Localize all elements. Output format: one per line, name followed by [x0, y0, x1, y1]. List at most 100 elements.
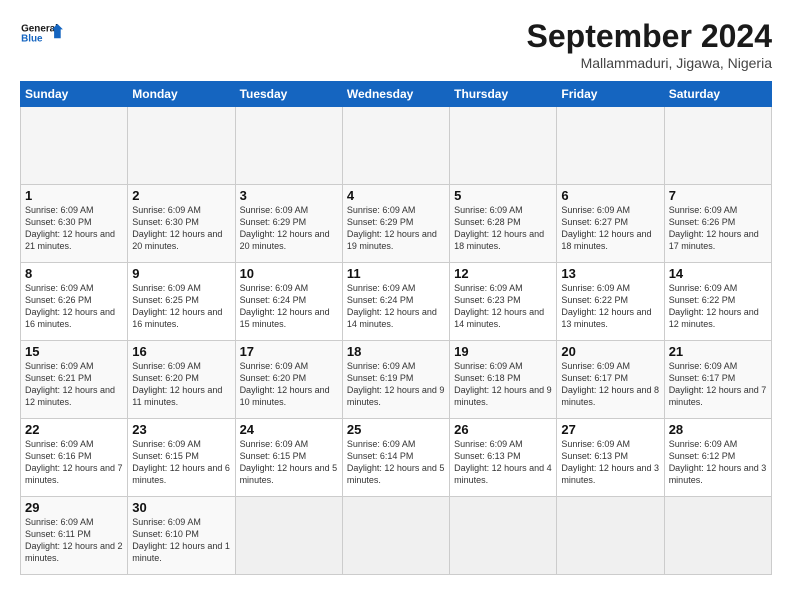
col-saturday: Saturday — [664, 82, 771, 107]
table-row: 6 Sunrise: 6:09 AMSunset: 6:27 PMDayligh… — [557, 185, 664, 263]
svg-text:Blue: Blue — [21, 34, 43, 45]
col-monday: Monday — [128, 82, 235, 107]
day-number: 27 — [561, 422, 659, 437]
table-row: 9 Sunrise: 6:09 AMSunset: 6:25 PMDayligh… — [128, 263, 235, 341]
table-row — [128, 107, 235, 185]
day-number: 17 — [240, 344, 338, 359]
col-friday: Friday — [557, 82, 664, 107]
table-row — [342, 497, 449, 575]
day-info: Sunrise: 6:09 AMSunset: 6:25 PMDaylight:… — [132, 283, 222, 329]
day-number: 18 — [347, 344, 445, 359]
title-block: September 2024 Mallammaduri, Jigawa, Nig… — [527, 18, 772, 71]
day-info: Sunrise: 6:09 AMSunset: 6:10 PMDaylight:… — [132, 517, 230, 563]
logo: General Blue — [20, 18, 64, 54]
day-number: 7 — [669, 188, 767, 203]
week-row: 15 Sunrise: 6:09 AMSunset: 6:21 PMDaylig… — [21, 341, 772, 419]
table-row: 21 Sunrise: 6:09 AMSunset: 6:17 PMDaylig… — [664, 341, 771, 419]
week-row: 8 Sunrise: 6:09 AMSunset: 6:26 PMDayligh… — [21, 263, 772, 341]
day-number: 8 — [25, 266, 123, 281]
calendar-table: Sunday Monday Tuesday Wednesday Thursday… — [20, 81, 772, 575]
logo-svg: General Blue — [20, 18, 64, 54]
day-number: 16 — [132, 344, 230, 359]
day-info: Sunrise: 6:09 AMSunset: 6:26 PMDaylight:… — [25, 283, 115, 329]
table-row — [235, 497, 342, 575]
day-info: Sunrise: 6:09 AMSunset: 6:29 PMDaylight:… — [240, 205, 330, 251]
table-row: 23 Sunrise: 6:09 AMSunset: 6:15 PMDaylig… — [128, 419, 235, 497]
day-info: Sunrise: 6:09 AMSunset: 6:28 PMDaylight:… — [454, 205, 544, 251]
day-number: 13 — [561, 266, 659, 281]
day-number: 4 — [347, 188, 445, 203]
header-row: Sunday Monday Tuesday Wednesday Thursday… — [21, 82, 772, 107]
day-number: 23 — [132, 422, 230, 437]
day-number: 9 — [132, 266, 230, 281]
day-info: Sunrise: 6:09 AMSunset: 6:30 PMDaylight:… — [25, 205, 115, 251]
table-row: 29 Sunrise: 6:09 AMSunset: 6:11 PMDaylig… — [21, 497, 128, 575]
table-row: 20 Sunrise: 6:09 AMSunset: 6:17 PMDaylig… — [557, 341, 664, 419]
day-number: 25 — [347, 422, 445, 437]
day-info: Sunrise: 6:09 AMSunset: 6:17 PMDaylight:… — [561, 361, 659, 407]
day-info: Sunrise: 6:09 AMSunset: 6:20 PMDaylight:… — [240, 361, 330, 407]
table-row: 1 Sunrise: 6:09 AMSunset: 6:30 PMDayligh… — [21, 185, 128, 263]
table-row: 11 Sunrise: 6:09 AMSunset: 6:24 PMDaylig… — [342, 263, 449, 341]
day-number: 21 — [669, 344, 767, 359]
day-info: Sunrise: 6:09 AMSunset: 6:11 PMDaylight:… — [25, 517, 123, 563]
table-row — [557, 107, 664, 185]
day-number: 5 — [454, 188, 552, 203]
table-row — [664, 107, 771, 185]
table-row: 25 Sunrise: 6:09 AMSunset: 6:14 PMDaylig… — [342, 419, 449, 497]
week-row — [21, 107, 772, 185]
table-row: 16 Sunrise: 6:09 AMSunset: 6:20 PMDaylig… — [128, 341, 235, 419]
day-number: 3 — [240, 188, 338, 203]
table-row: 5 Sunrise: 6:09 AMSunset: 6:28 PMDayligh… — [450, 185, 557, 263]
day-info: Sunrise: 6:09 AMSunset: 6:20 PMDaylight:… — [132, 361, 222, 407]
day-number: 22 — [25, 422, 123, 437]
day-info: Sunrise: 6:09 AMSunset: 6:14 PMDaylight:… — [347, 439, 445, 485]
week-row: 22 Sunrise: 6:09 AMSunset: 6:16 PMDaylig… — [21, 419, 772, 497]
table-row: 3 Sunrise: 6:09 AMSunset: 6:29 PMDayligh… — [235, 185, 342, 263]
calendar-page: General Blue September 2024 Mallammaduri… — [0, 0, 792, 612]
day-info: Sunrise: 6:09 AMSunset: 6:13 PMDaylight:… — [561, 439, 659, 485]
week-row: 29 Sunrise: 6:09 AMSunset: 6:11 PMDaylig… — [21, 497, 772, 575]
table-row — [450, 107, 557, 185]
day-number: 29 — [25, 500, 123, 515]
day-info: Sunrise: 6:09 AMSunset: 6:16 PMDaylight:… — [25, 439, 123, 485]
col-sunday: Sunday — [21, 82, 128, 107]
table-row: 14 Sunrise: 6:09 AMSunset: 6:22 PMDaylig… — [664, 263, 771, 341]
col-wednesday: Wednesday — [342, 82, 449, 107]
table-row — [450, 497, 557, 575]
table-row: 10 Sunrise: 6:09 AMSunset: 6:24 PMDaylig… — [235, 263, 342, 341]
day-number: 20 — [561, 344, 659, 359]
day-number: 19 — [454, 344, 552, 359]
col-tuesday: Tuesday — [235, 82, 342, 107]
month-title: September 2024 — [527, 18, 772, 55]
table-row: 12 Sunrise: 6:09 AMSunset: 6:23 PMDaylig… — [450, 263, 557, 341]
day-info: Sunrise: 6:09 AMSunset: 6:21 PMDaylight:… — [25, 361, 115, 407]
table-row: 19 Sunrise: 6:09 AMSunset: 6:18 PMDaylig… — [450, 341, 557, 419]
day-info: Sunrise: 6:09 AMSunset: 6:24 PMDaylight:… — [240, 283, 330, 329]
day-info: Sunrise: 6:09 AMSunset: 6:29 PMDaylight:… — [347, 205, 437, 251]
day-number: 10 — [240, 266, 338, 281]
table-row — [664, 497, 771, 575]
day-number: 24 — [240, 422, 338, 437]
day-info: Sunrise: 6:09 AMSunset: 6:18 PMDaylight:… — [454, 361, 552, 407]
day-number: 15 — [25, 344, 123, 359]
day-number: 26 — [454, 422, 552, 437]
table-row: 7 Sunrise: 6:09 AMSunset: 6:26 PMDayligh… — [664, 185, 771, 263]
day-info: Sunrise: 6:09 AMSunset: 6:24 PMDaylight:… — [347, 283, 437, 329]
day-number: 28 — [669, 422, 767, 437]
day-info: Sunrise: 6:09 AMSunset: 6:30 PMDaylight:… — [132, 205, 222, 251]
day-info: Sunrise: 6:09 AMSunset: 6:26 PMDaylight:… — [669, 205, 759, 251]
day-number: 6 — [561, 188, 659, 203]
table-row: 13 Sunrise: 6:09 AMSunset: 6:22 PMDaylig… — [557, 263, 664, 341]
day-number: 1 — [25, 188, 123, 203]
day-number: 12 — [454, 266, 552, 281]
week-row: 1 Sunrise: 6:09 AMSunset: 6:30 PMDayligh… — [21, 185, 772, 263]
table-row: 26 Sunrise: 6:09 AMSunset: 6:13 PMDaylig… — [450, 419, 557, 497]
day-info: Sunrise: 6:09 AMSunset: 6:22 PMDaylight:… — [561, 283, 651, 329]
table-row: 24 Sunrise: 6:09 AMSunset: 6:15 PMDaylig… — [235, 419, 342, 497]
day-info: Sunrise: 6:09 AMSunset: 6:23 PMDaylight:… — [454, 283, 544, 329]
day-info: Sunrise: 6:09 AMSunset: 6:13 PMDaylight:… — [454, 439, 552, 485]
day-info: Sunrise: 6:09 AMSunset: 6:17 PMDaylight:… — [669, 361, 767, 407]
table-row: 30 Sunrise: 6:09 AMSunset: 6:10 PMDaylig… — [128, 497, 235, 575]
table-row — [557, 497, 664, 575]
